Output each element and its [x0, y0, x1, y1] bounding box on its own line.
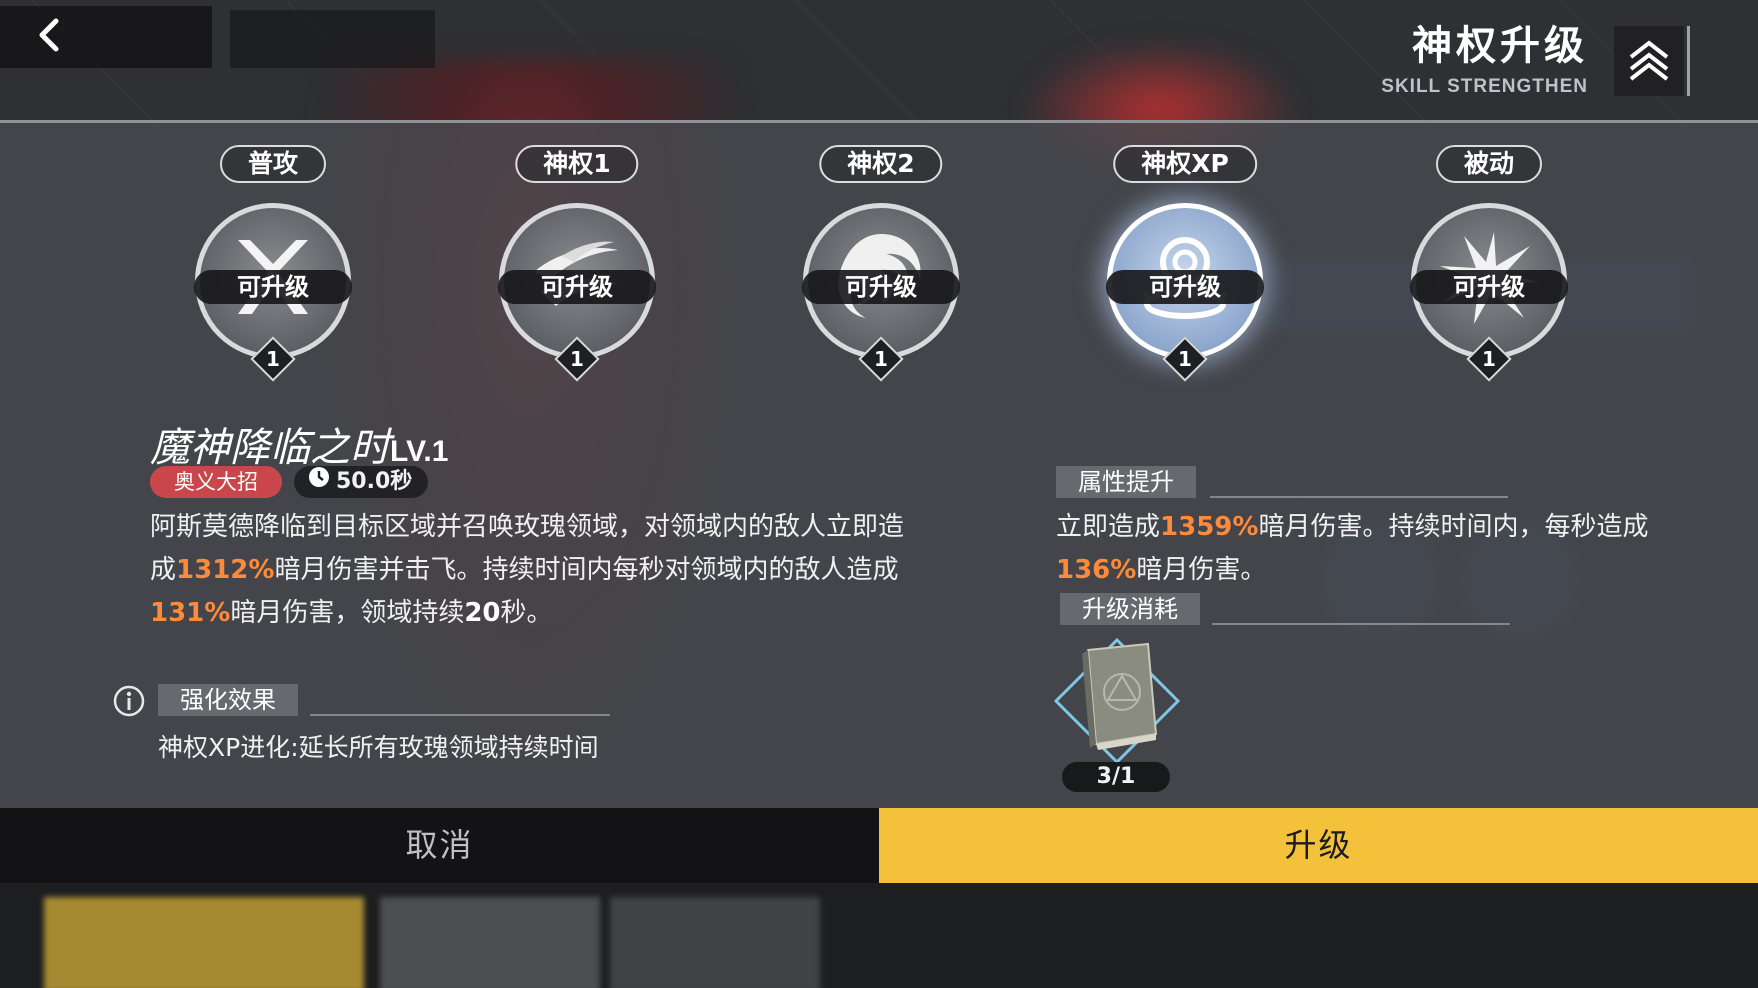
skill-tab-label: 被动: [1435, 145, 1543, 183]
upgradable-badge: 可升级: [802, 270, 960, 304]
upgrade-button[interactable]: 升级: [879, 808, 1758, 883]
attr-text: 暗月伤害。: [1136, 555, 1267, 585]
chevron-left-icon: [30, 15, 70, 59]
desc-duration: 20: [464, 598, 501, 628]
skill-tab-authority-2[interactable]: 神权2 可升级 1: [791, 145, 971, 385]
skill-tab-label: 神权1: [515, 145, 639, 183]
skill-name-text: 魔神降临之时: [150, 425, 390, 471]
blurred-menu-button: [230, 10, 435, 68]
attr-text: 立即造成: [1056, 512, 1161, 542]
desc-text: 秒。: [500, 598, 553, 628]
cancel-button[interactable]: 取消: [0, 808, 879, 883]
upgradable-badge: 可升级: [1410, 270, 1568, 304]
skill-level: 1: [1482, 347, 1496, 371]
upgradable-badge: 可升级: [1106, 270, 1264, 304]
upgradable-badge: 可升级: [498, 270, 656, 304]
ultimate-tag: 奥义大招: [150, 466, 282, 498]
page-title: 神权升级: [1412, 23, 1588, 69]
skill-level: 1: [874, 347, 888, 371]
info-icon[interactable]: [112, 684, 146, 718]
section-divider: [310, 714, 610, 716]
double-chevron-up-icon: [1625, 35, 1673, 87]
attr-value: 136%: [1056, 555, 1137, 585]
blurred-bottom-nav: [0, 883, 1758, 988]
desc-value: 131%: [150, 598, 231, 628]
skill-tab-authority-xp[interactable]: 神权XP 可升级 1: [1095, 145, 1275, 385]
clock-icon: [308, 466, 330, 498]
cooldown-value: 50.0秒: [336, 469, 413, 494]
desc-text: 暗月伤害，领域持续: [230, 598, 465, 628]
attr-text: 暗月伤害。持续时间内，每秒造成: [1258, 512, 1649, 542]
cost-count: 3/1: [1062, 762, 1170, 792]
skill-level-text: LV.1: [390, 435, 449, 468]
desc-value: 1312%: [176, 555, 275, 585]
skill-description: 阿斯莫德降临到目标区域并召唤玫瑰领域，对领域内的敌人立即造成1312%暗月伤害并…: [150, 506, 920, 635]
cooldown-badge: 50.0秒: [294, 466, 429, 498]
collapse-button[interactable]: [1614, 26, 1690, 96]
skill-level: 1: [266, 347, 280, 371]
skill-book-icon: [1053, 637, 1181, 765]
skill-name: 魔神降临之时LV.1: [150, 415, 448, 473]
skill-tab-label: 神权2: [819, 145, 943, 183]
skill-tab-authority-1[interactable]: 神权1 可升级 1: [487, 145, 667, 385]
skill-level: 1: [570, 347, 584, 371]
section-divider: [1210, 496, 1508, 498]
skill-tab-label: 普攻: [219, 145, 327, 183]
attr-heading: 属性提升: [1056, 466, 1196, 498]
skill-level: 1: [1178, 347, 1192, 371]
back-button[interactable]: [0, 6, 212, 68]
section-divider: [1212, 623, 1510, 625]
skill-tab-basic-attack[interactable]: 普攻 可升级 1: [183, 145, 363, 385]
top-bar: 神权升级 SKILL STRENGTHEN: [0, 0, 1758, 123]
enhance-heading: 强化效果: [158, 684, 298, 716]
cost-heading: 升级消耗: [1060, 593, 1200, 625]
desc-text: 暗月伤害并击飞。持续时间内每秒对领域内的敌人造成: [274, 555, 899, 585]
page-title-block: 神权升级 SKILL STRENGTHEN: [1381, 22, 1588, 98]
cost-item[interactable]: [1052, 636, 1182, 766]
upgradable-badge: 可升级: [194, 270, 352, 304]
enhance-text: 神权XP进化:延长所有玫瑰领域持续时间: [158, 733, 599, 762]
attr-description: 立即造成1359%暗月伤害。持续时间内，每秒造成 136%暗月伤害。: [1056, 506, 1686, 592]
attr-value: 1359%: [1160, 512, 1259, 542]
skill-tab-passive[interactable]: 被动 可升级 1: [1399, 145, 1579, 385]
page-subtitle: SKILL STRENGTHEN: [1381, 76, 1588, 97]
skill-tab-label: 神权XP: [1113, 145, 1257, 183]
